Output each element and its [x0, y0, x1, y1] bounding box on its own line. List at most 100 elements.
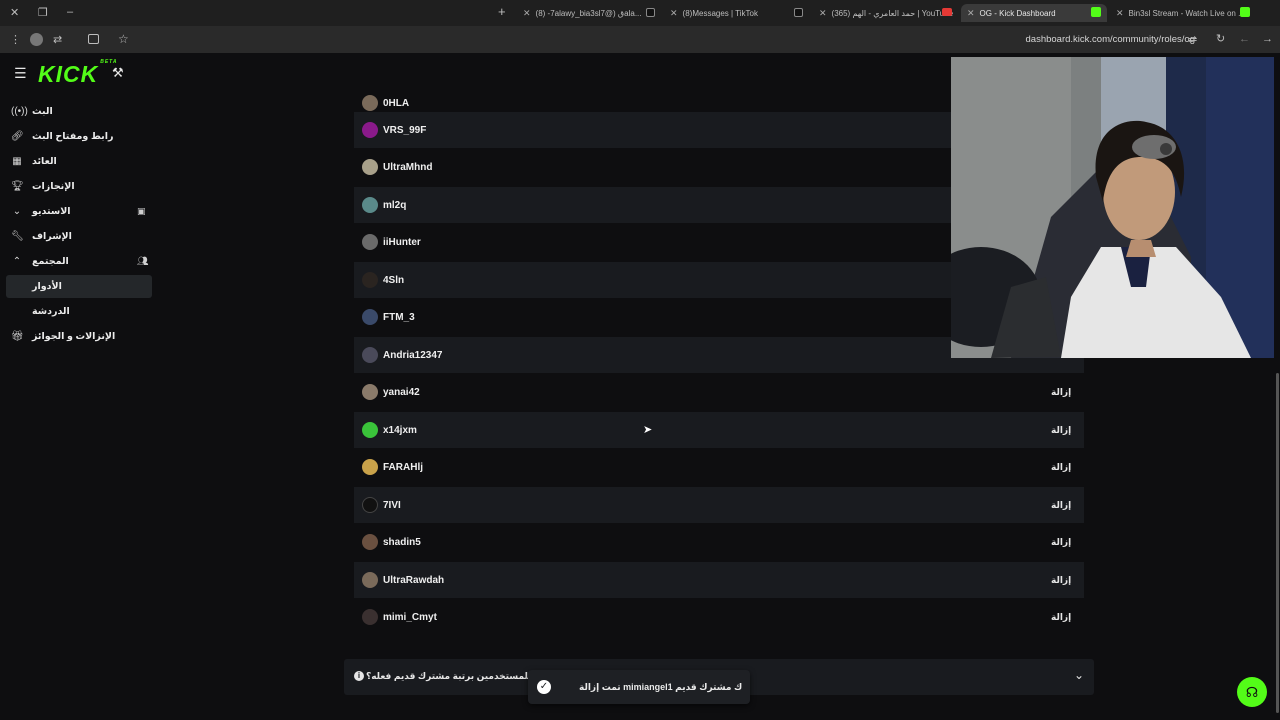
tab-tiktok-messages[interactable]: ✕ (8)Messages | TikTok: [664, 4, 810, 22]
chevron-down-icon[interactable]: ⌄: [1074, 668, 1084, 682]
tab-label: (8) -7alawy_bia3slق (@7ala...: [535, 8, 642, 18]
forward-icon[interactable]: ←: [1239, 33, 1250, 45]
tab-kick-stream[interactable]: ✕ Bin3sl Stream - Watch Live on ...: [1110, 4, 1255, 22]
checkmark-icon: ✓: [537, 680, 551, 694]
tab-label: (8)Messages | TikTok: [682, 8, 758, 18]
avatar: [362, 497, 378, 513]
sidebar-item-label: العائد: [32, 156, 57, 167]
sidebar-item-label: الأدوار: [32, 281, 62, 292]
sidebar-item-stream-key[interactable]: 🔗︎ رابط ومفتاح البث: [6, 125, 152, 148]
sidebar-item-achievements[interactable]: 🏆︎ الإنجازات: [6, 175, 152, 198]
close-window-icon[interactable]: ✕: [10, 7, 19, 19]
sidebar-item-community[interactable]: ⌃ المجتمع 👥︎: [6, 250, 152, 273]
broadcast-icon: ((•)): [11, 105, 28, 117]
table-row: shadin5 إزالة: [354, 524, 1084, 560]
toast-message: تمت إزالة mimiangel1 ك مشترك قديم: [579, 682, 743, 692]
link-icon: 🔗︎: [11, 130, 24, 142]
hamburger-menu-icon[interactable]: ☰: [14, 66, 27, 80]
users-icon: 👥︎: [137, 256, 149, 266]
avatar: [362, 384, 378, 400]
studio-icon: ▣: [137, 206, 146, 216]
table-row: yanai42 إزالة: [354, 374, 1084, 410]
remove-button[interactable]: إزالة: [1051, 387, 1071, 398]
support-chat-button[interactable]: ☊: [1237, 677, 1267, 707]
close-tab-icon[interactable]: ✕: [1116, 8, 1124, 19]
chevron-down-icon: ⌄: [12, 205, 22, 217]
username: mimi_Cmyt: [383, 611, 437, 623]
table-row: FARAHlj إزالة: [354, 449, 1084, 485]
back-icon[interactable]: →: [1262, 33, 1273, 45]
username: 0HLA: [383, 97, 410, 109]
site-settings-icon[interactable]: ⇌: [1188, 34, 1197, 46]
mouse-cursor-icon: ➤: [643, 424, 653, 436]
scrollbar[interactable]: [1276, 373, 1279, 713]
tab-search-icon[interactable]: [88, 34, 99, 44]
chevron-up-icon: ⌃: [12, 255, 22, 267]
sidebar-item-stream[interactable]: ((•)) البث: [6, 100, 152, 123]
sidebar-item-chat[interactable]: الدردشة: [6, 300, 152, 323]
remove-button[interactable]: إزالة: [1051, 612, 1071, 623]
reload-icon[interactable]: ↻: [1216, 33, 1225, 45]
avatar: [362, 234, 378, 250]
username: ml2q: [383, 199, 407, 211]
sidebar-item-moderation[interactable]: 🔧︎ الإشراف: [6, 225, 152, 248]
remove-button[interactable]: إزالة: [1051, 462, 1071, 473]
tab-tiktok-profile[interactable]: ✕ (8) -7alawy_bia3slق (@7ala...: [517, 4, 662, 22]
username: 4Sln: [383, 274, 405, 286]
menu-dots-icon[interactable]: ⋮: [10, 34, 21, 46]
sidebar-item-studio[interactable]: ⌄ الاستديو ▣: [6, 200, 152, 223]
remove-button[interactable]: إزالة: [1051, 537, 1071, 548]
tab-label: (365) حمد العامري - الهم | YouTube: [831, 8, 954, 18]
close-tab-icon[interactable]: ✕: [967, 8, 975, 19]
remove-button[interactable]: إزالة: [1051, 425, 1071, 436]
sidebar-item-roles[interactable]: الأدوار: [6, 275, 152, 298]
tiktok-favicon-icon: [794, 8, 803, 17]
url-field[interactable]: dashboard.kick.com/community/roles/og: [1026, 34, 1196, 45]
tab-label: OG - Kick Dashboard: [979, 8, 1056, 18]
avatar: [362, 609, 378, 625]
sidebar-item-label: البث: [32, 106, 53, 117]
username: shadin5: [383, 536, 421, 548]
bookmark-star-icon[interactable]: ☆: [118, 33, 129, 45]
sidebar-item-revenue[interactable]: ▦ العائد: [6, 150, 152, 173]
extensions-icon[interactable]: ⇄: [53, 34, 62, 46]
new-tab-icon[interactable]: +: [498, 5, 506, 18]
sidebar-item-drops[interactable]: 🎁︎ الإنزالات و الجوائز: [6, 325, 152, 348]
remove-button[interactable]: إزالة: [1051, 575, 1071, 586]
avatar: [362, 95, 378, 111]
minimize-window-icon[interactable]: –: [67, 6, 73, 18]
close-tab-icon[interactable]: ✕: [819, 8, 827, 19]
username: 7IVI: [383, 499, 401, 511]
table-row: UltraRawdah إزالة: [354, 562, 1084, 598]
webcam-image: [951, 57, 1274, 358]
hammer-icon[interactable]: ⚒: [112, 65, 124, 81]
avatar: [362, 422, 378, 438]
close-tab-icon[interactable]: ✕: [670, 8, 678, 19]
remove-button[interactable]: إزالة: [1051, 500, 1071, 511]
sidebar-item-label: الإشراف: [32, 231, 72, 242]
username: Andria12347: [383, 349, 443, 361]
profile-avatar-icon[interactable]: [30, 33, 43, 46]
close-tab-icon[interactable]: ✕: [523, 8, 531, 19]
kick-logo[interactable]: KICK BETA: [38, 59, 116, 88]
sidebar-item-label: المجتمع: [32, 256, 69, 267]
tab-youtube[interactable]: ✕ (365) حمد العامري - الهم | YouTube: [813, 4, 959, 22]
headset-icon: ☊: [1245, 684, 1259, 700]
avatar: [362, 572, 378, 588]
username: UltraRawdah: [383, 574, 445, 586]
info-icon: i: [354, 671, 364, 681]
avatar: [362, 159, 378, 175]
table-row: x14jxm إزالة: [354, 412, 1084, 448]
youtube-favicon-icon: [942, 8, 952, 16]
avatar: [362, 459, 378, 475]
table-row: mimi_Cmyt إزالة: [354, 599, 1084, 635]
toast-notification: ✓ تمت إزالة mimiangel1 ك مشترك قديم: [528, 670, 750, 704]
wrench-icon: 🔧︎: [11, 230, 24, 242]
username: iiHunter: [383, 236, 421, 248]
avatar: [362, 197, 378, 213]
username: yanai42: [383, 386, 420, 398]
restore-window-icon[interactable]: ❐: [38, 7, 48, 19]
tab-kick-dashboard[interactable]: ✕ OG - Kick Dashboard: [961, 4, 1107, 22]
kick-favicon-icon: [1091, 7, 1101, 17]
username: FTM_3: [383, 311, 415, 323]
